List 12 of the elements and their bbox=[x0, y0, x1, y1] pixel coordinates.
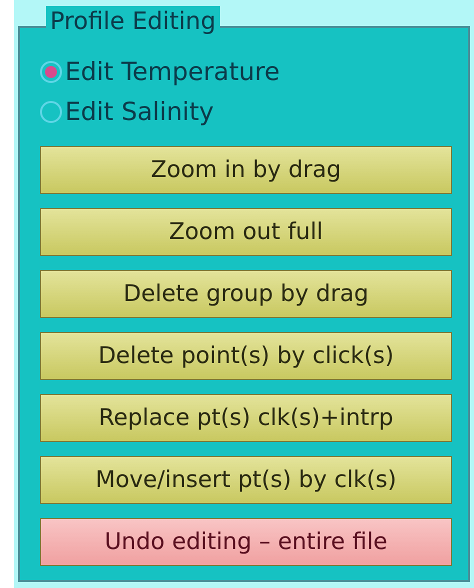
radio-button[interactable] bbox=[40, 101, 62, 123]
radio-label[interactable]: Edit Salinity bbox=[65, 92, 214, 132]
panel-title: Profile Editing bbox=[46, 6, 220, 36]
action-button[interactable]: Replace pt(s) clk(s)+intrp bbox=[40, 394, 452, 442]
action-button[interactable]: Zoom out full bbox=[40, 208, 452, 256]
action-button[interactable]: Delete group by drag bbox=[40, 270, 452, 318]
action-button[interactable]: Zoom in by drag bbox=[40, 146, 452, 194]
action-button[interactable]: Delete point(s) by click(s) bbox=[40, 332, 452, 380]
undo-button[interactable]: Undo editing – entire file bbox=[40, 518, 452, 566]
radio-button[interactable] bbox=[40, 61, 62, 83]
action-button[interactable]: Move/insert pt(s) by clk(s) bbox=[40, 456, 452, 504]
radio-label[interactable]: Edit Temperature bbox=[65, 52, 280, 92]
